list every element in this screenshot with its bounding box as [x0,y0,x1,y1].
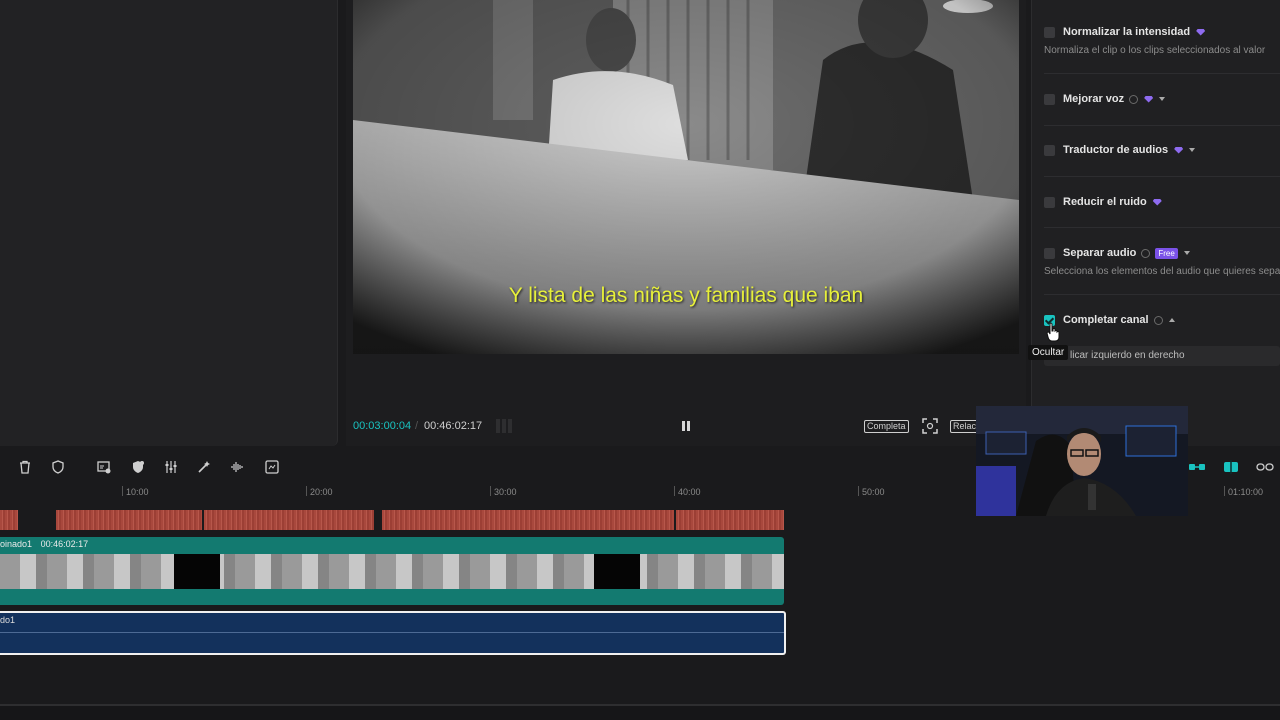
current-timecode: 00:03:00:04 [353,420,412,432]
ruler-tick [306,486,307,496]
info-icon[interactable] [1141,248,1151,258]
option-description: Normaliza el clip o los clips selecciona… [1044,45,1266,56]
total-timecode: 00:46:02:17 [424,420,483,432]
video-thumbnails [0,554,784,589]
ruler-label: 01:10:00 [1228,487,1264,497]
timeline-toolbar [0,455,1280,481]
smart-mask-icon[interactable] [131,460,145,474]
magic-wand-icon[interactable] [197,460,211,474]
divider [1044,176,1280,177]
audio-properties-panel [1031,0,1280,446]
video-clip-header: oinado1 00:46:02:17 [0,539,88,549]
ruler-label: 20:00 [310,487,333,497]
caption-edit-icon[interactable] [97,460,111,474]
ruler-label: 40:00 [678,487,701,497]
info-icon[interactable] [1153,315,1163,325]
option-separate-audio: Separar audio Free Selecciona los elemen… [1044,245,1280,277]
video-editor: Y lista de las niñas y familias que iban… [0,0,1280,720]
timeline-ruler[interactable] [0,482,1280,502]
video-clip-duration: 00:46:02:17 [40,539,89,549]
ruler-tick [858,486,859,496]
chain-link-icon[interactable] [1256,460,1274,474]
divider [1044,294,1280,295]
premium-gem-icon [1196,28,1206,36]
option-label: Mejorar voz [1063,93,1125,105]
aspect-ratio-button[interactable]: Relación [950,420,978,433]
audio-clip[interactable] [204,510,374,530]
audio-split-icon[interactable] [230,460,244,474]
option-normalize: Normalizar la intensidad Normaliza el cl… [1044,24,1265,56]
option-complete-channel: Completar canal [1044,312,1175,328]
ruler-tick [1224,486,1225,496]
option-label: Completar canal [1063,314,1149,326]
reduce-noise-checkbox[interactable] [1044,196,1055,208]
ruler-tick [122,486,123,496]
premium-gem-icon [1152,198,1162,206]
ruler-tick [490,486,491,496]
fit-mode-button[interactable]: Completa [864,420,909,433]
chevron-down-icon[interactable] [1183,251,1190,255]
option-description: Selecciona los elementos del audio que q… [1044,266,1280,277]
audio-clip[interactable] [382,510,674,530]
info-icon[interactable] [1129,94,1139,104]
channel-mode-select[interactable]: licar izquierdo en derecho [1044,346,1280,366]
link-track-icon[interactable] [1188,460,1206,474]
normalize-checkbox[interactable] [1044,26,1055,38]
chevron-down-icon[interactable] [1189,148,1196,152]
snap-icon[interactable] [1222,460,1240,474]
chevron-down-icon[interactable] [1159,97,1166,101]
audio-clip[interactable] [56,510,202,530]
chevron-up-icon[interactable] [1168,318,1175,322]
option-label: Reducir el ruido [1063,196,1147,208]
enhance-voice-checkbox[interactable] [1044,93,1055,105]
option-reduce-noise: Reducir el ruido [1044,194,1162,210]
hand-cursor-icon [1046,322,1060,342]
audio-clip[interactable] [676,510,784,530]
media-panel [0,0,338,446]
option-label: Separar audio [1063,247,1137,259]
timecode-separator: / [415,420,419,432]
ruler-label: 10:00 [126,487,149,497]
divider [1044,125,1280,126]
black-frame-thumbnail [174,554,220,589]
fullscreen-icon[interactable] [922,418,938,434]
tooltip: Ocultar [1028,345,1069,360]
audio-clip[interactable] [0,510,18,530]
option-label: Normalizar la intensidad [1063,26,1191,38]
option-enhance-voice: Mejorar voz [1044,91,1166,107]
translator-checkbox[interactable] [1044,144,1055,156]
freeze-frame-icon[interactable] [265,460,279,474]
text-clip-divider [0,632,784,633]
black-frame-thumbnail [594,554,640,589]
premium-gem-icon [1174,146,1184,154]
adjust-icon[interactable] [164,460,178,474]
horizontal-scrollbar[interactable] [0,704,1280,720]
free-badge: Free [1155,247,1178,259]
option-audio-translator: Traductor de audios [1044,142,1196,158]
text-clip-name: do1 [0,615,16,625]
video-preview[interactable]: Y lista de las niñas y familias que iban [353,0,1019,354]
premium-gem-icon [1144,95,1154,103]
ruler-label: 30:00 [494,487,517,497]
divider [1044,227,1280,228]
grid-icon[interactable] [496,419,514,433]
divider [1044,73,1280,74]
option-label: Traductor de audios [1063,144,1169,156]
ruler-label: 50:00 [862,487,885,497]
separate-audio-checkbox[interactable] [1044,247,1055,259]
ruler-tick [674,486,675,496]
delete-icon[interactable] [18,460,32,474]
video-clip-name: oinado1 [0,539,33,549]
shield-icon[interactable] [51,460,65,474]
text-clip[interactable] [0,611,786,655]
subtitle-text[interactable]: Y lista de las niñas y familias que iban [353,284,1019,308]
pause-icon[interactable] [680,420,692,432]
